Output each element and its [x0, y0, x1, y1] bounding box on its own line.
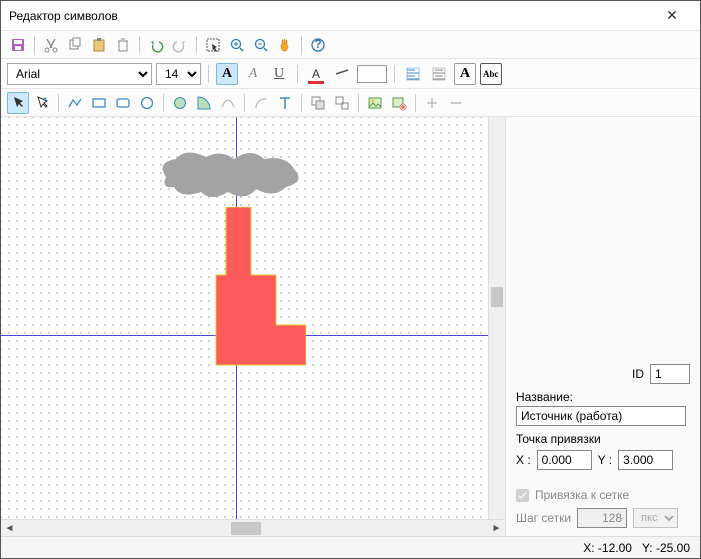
edit-points-tool-icon[interactable]: [31, 92, 53, 114]
scroll-left-icon[interactable]: ◄: [1, 520, 18, 537]
text-frame-button[interactable]: A: [454, 63, 476, 85]
select-rect-icon[interactable]: [202, 34, 224, 56]
x-label: X :: [516, 453, 531, 467]
font-size-select[interactable]: 14: [156, 63, 201, 85]
image-tool-icon[interactable]: [364, 92, 386, 114]
delete-icon[interactable]: [112, 34, 134, 56]
close-icon[interactable]: ✕: [652, 7, 692, 24]
polyline-tool-icon[interactable]: [64, 92, 86, 114]
name-label: Название:: [516, 390, 573, 404]
font-toolbar: Arial 14 A A U A A Abc: [1, 59, 700, 89]
filled-pie-tool-icon[interactable]: [193, 92, 215, 114]
undo-icon[interactable]: [145, 34, 167, 56]
pan-icon[interactable]: [274, 34, 296, 56]
shape-red-polygon[interactable]: [206, 207, 306, 367]
curve-tool-icon[interactable]: [217, 92, 239, 114]
text-abc-button[interactable]: Abc: [480, 63, 502, 85]
underline-button[interactable]: U: [268, 63, 290, 85]
draw-toolbar: [1, 89, 700, 117]
image-add-icon[interactable]: [388, 92, 410, 114]
circle-tool-icon[interactable]: [136, 92, 158, 114]
y-label: Y :: [598, 453, 612, 467]
align-left-icon[interactable]: [402, 63, 424, 85]
window-title: Редактор символов: [9, 9, 652, 23]
save-icon[interactable]: [7, 34, 29, 56]
titlebar: Редактор символов ✕: [1, 1, 700, 31]
snap-label: Привязка к сетке: [535, 488, 629, 502]
scroll-right-icon[interactable]: ►: [488, 520, 505, 537]
anchor-label: Точка привязки: [516, 432, 601, 446]
anchor-y-field[interactable]: [618, 450, 673, 470]
id-label: ID: [632, 367, 644, 381]
horizontal-scrollbar[interactable]: ◄ ►: [1, 519, 505, 536]
id-field[interactable]: [650, 364, 690, 384]
grid-step-field: [577, 508, 627, 528]
fill-color-box[interactable]: [357, 65, 387, 83]
main-toolbar: ?: [1, 31, 700, 59]
grid-step-label: Шаг сетки: [516, 511, 571, 525]
rect-tool-icon[interactable]: [88, 92, 110, 114]
bold-button[interactable]: A: [216, 63, 238, 85]
anchor-x-field[interactable]: [537, 450, 592, 470]
roundrect-tool-icon[interactable]: [112, 92, 134, 114]
ungroup-icon[interactable]: [331, 92, 353, 114]
plus-icon[interactable]: [421, 92, 443, 114]
snap-checkbox: [516, 489, 529, 502]
group-icon[interactable]: [307, 92, 329, 114]
copy-icon[interactable]: [64, 34, 86, 56]
paste-icon[interactable]: [88, 34, 110, 56]
help-icon[interactable]: ?: [307, 34, 329, 56]
zoom-out-icon[interactable]: [250, 34, 272, 56]
grid-step-unit: пкс: [633, 508, 678, 528]
redo-icon[interactable]: [169, 34, 191, 56]
status-bar: X: -12.00 Y: -25.00: [1, 536, 700, 558]
vertical-scrollbar[interactable]: [488, 117, 505, 519]
zoom-in-icon[interactable]: [226, 34, 248, 56]
status-x: X: -12.00: [583, 541, 632, 555]
italic-button[interactable]: A: [242, 63, 264, 85]
filled-circle-tool-icon[interactable]: [169, 92, 191, 114]
minus-icon[interactable]: [445, 92, 467, 114]
name-field[interactable]: [516, 406, 686, 426]
cut-icon[interactable]: [40, 34, 62, 56]
arc-tool-icon[interactable]: [250, 92, 272, 114]
properties-panel: ID Название: Точка привязки X : Y :: [505, 117, 700, 536]
font-color-button[interactable]: A: [305, 63, 327, 85]
font-family-select[interactable]: Arial: [7, 63, 152, 85]
svg-text:?: ?: [314, 37, 321, 51]
canvas[interactable]: [1, 117, 505, 519]
shape-cloud[interactable]: [156, 147, 306, 202]
align-center-icon[interactable]: [428, 63, 450, 85]
status-y: Y: -25.00: [642, 541, 690, 555]
text-tool-icon[interactable]: [274, 92, 296, 114]
pointer-tool-icon[interactable]: [7, 92, 29, 114]
line-style-button[interactable]: [331, 63, 353, 85]
